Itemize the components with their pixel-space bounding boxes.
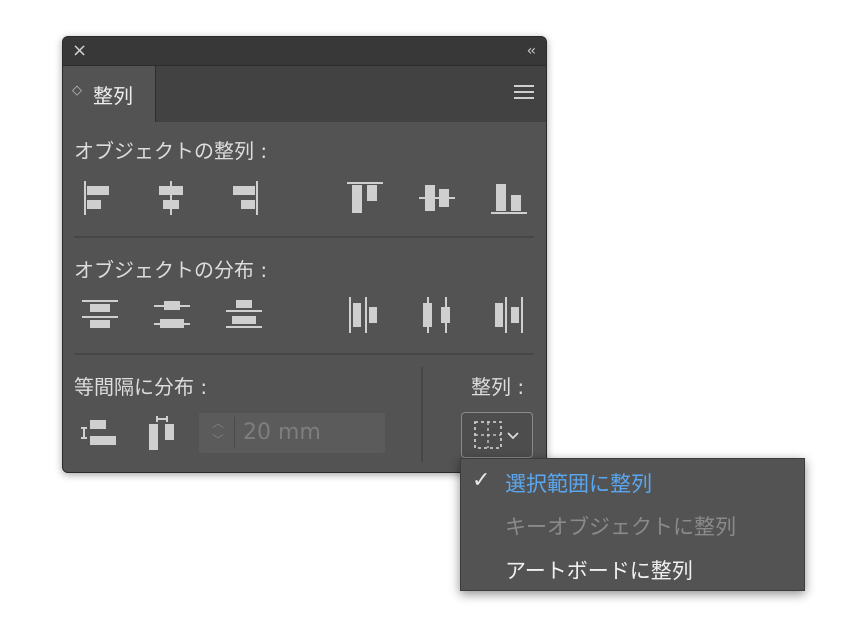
distribute-horizontal-center-button[interactable] [417, 295, 457, 335]
align-vcenter-icon [419, 185, 455, 211]
distribute-top-icon [82, 300, 118, 328]
close-icon[interactable]: × [72, 41, 87, 61]
align-to-menu: ✓ 選択範囲に整列 キーオブジェクトに整列 アートボードに整列 [460, 458, 805, 591]
align-bottom-edges-button[interactable] [489, 178, 529, 218]
vertical-distribute-space-button[interactable] [79, 414, 119, 454]
menu-item-align-to-key-object[interactable]: キーオブジェクトに整列 [505, 511, 736, 541]
spacing-stepper[interactable]: ︿ ﹀ 20 mm [199, 413, 385, 453]
distribute-right-icon [495, 297, 523, 333]
section-divider [74, 353, 534, 355]
align-left-icon [84, 181, 109, 215]
align-top-icon [347, 182, 383, 213]
tab-bar: ◇ 整列 [63, 65, 546, 122]
distribute-left-icon [349, 297, 377, 333]
tab-align[interactable]: ◇ 整列 [63, 66, 156, 122]
distribute-bottom-edges-button[interactable] [224, 295, 264, 335]
align-left-edges-button[interactable] [78, 178, 118, 218]
align-panel: × ‹‹ ◇ 整列 オブジェクトの整列 : オブジェクトの分布 : 等間隔に分布… [62, 36, 547, 473]
section-divider [74, 236, 534, 238]
align-hcenter-icon [159, 181, 183, 215]
menu-item-align-to-artboard[interactable]: アートボードに整列 [505, 555, 693, 585]
distribute-objects-label: オブジェクトの分布 : [74, 258, 268, 282]
distribute-spacing-label: 等間隔に分布 : [74, 375, 208, 399]
align-to-dropdown-button[interactable] [461, 412, 533, 458]
distribute-right-edges-button[interactable] [489, 295, 529, 335]
align-top-edges-button[interactable] [345, 178, 385, 218]
distribute-top-edges-button[interactable] [80, 295, 120, 335]
panel-titlebar: × ‹‹ [63, 37, 546, 65]
align-to-label: 整列 : [471, 375, 525, 399]
panel-menu-icon[interactable] [514, 85, 534, 99]
distribute-left-edges-button[interactable] [345, 295, 385, 335]
horizontal-distribute-space-button[interactable] [143, 414, 183, 454]
spacing-input[interactable]: 20 mm [243, 420, 321, 445]
menu-item-align-to-selection[interactable]: 選択範囲に整列 [505, 468, 652, 498]
distribute-bottom-icon [226, 300, 262, 328]
distribute-vcenter-icon [154, 301, 190, 328]
stepper-arrows-icon[interactable]: ︿ ﹀ [207, 415, 229, 451]
vertical-distribute-space-icon [81, 420, 116, 445]
align-right-icon [233, 181, 258, 215]
align-bottom-icon [491, 184, 527, 214]
check-icon: ✓ [472, 468, 491, 493]
tab-expand-icon[interactable]: ◇ [72, 83, 82, 98]
align-right-edges-button[interactable] [224, 178, 264, 218]
collapse-icon[interactable]: ‹‹ [527, 41, 536, 61]
horizontal-distribute-space-icon [149, 416, 174, 450]
align-to-selection-icon [474, 421, 519, 449]
align-horizontal-center-button[interactable] [151, 178, 191, 218]
align-objects-label: オブジェクトの整列 : [74, 139, 268, 163]
align-vertical-center-button[interactable] [417, 178, 457, 218]
section-vertical-divider [421, 367, 423, 462]
distribute-vertical-center-button[interactable] [152, 295, 192, 335]
distribute-hcenter-icon [423, 297, 450, 333]
tab-label: 整列 [93, 84, 133, 108]
